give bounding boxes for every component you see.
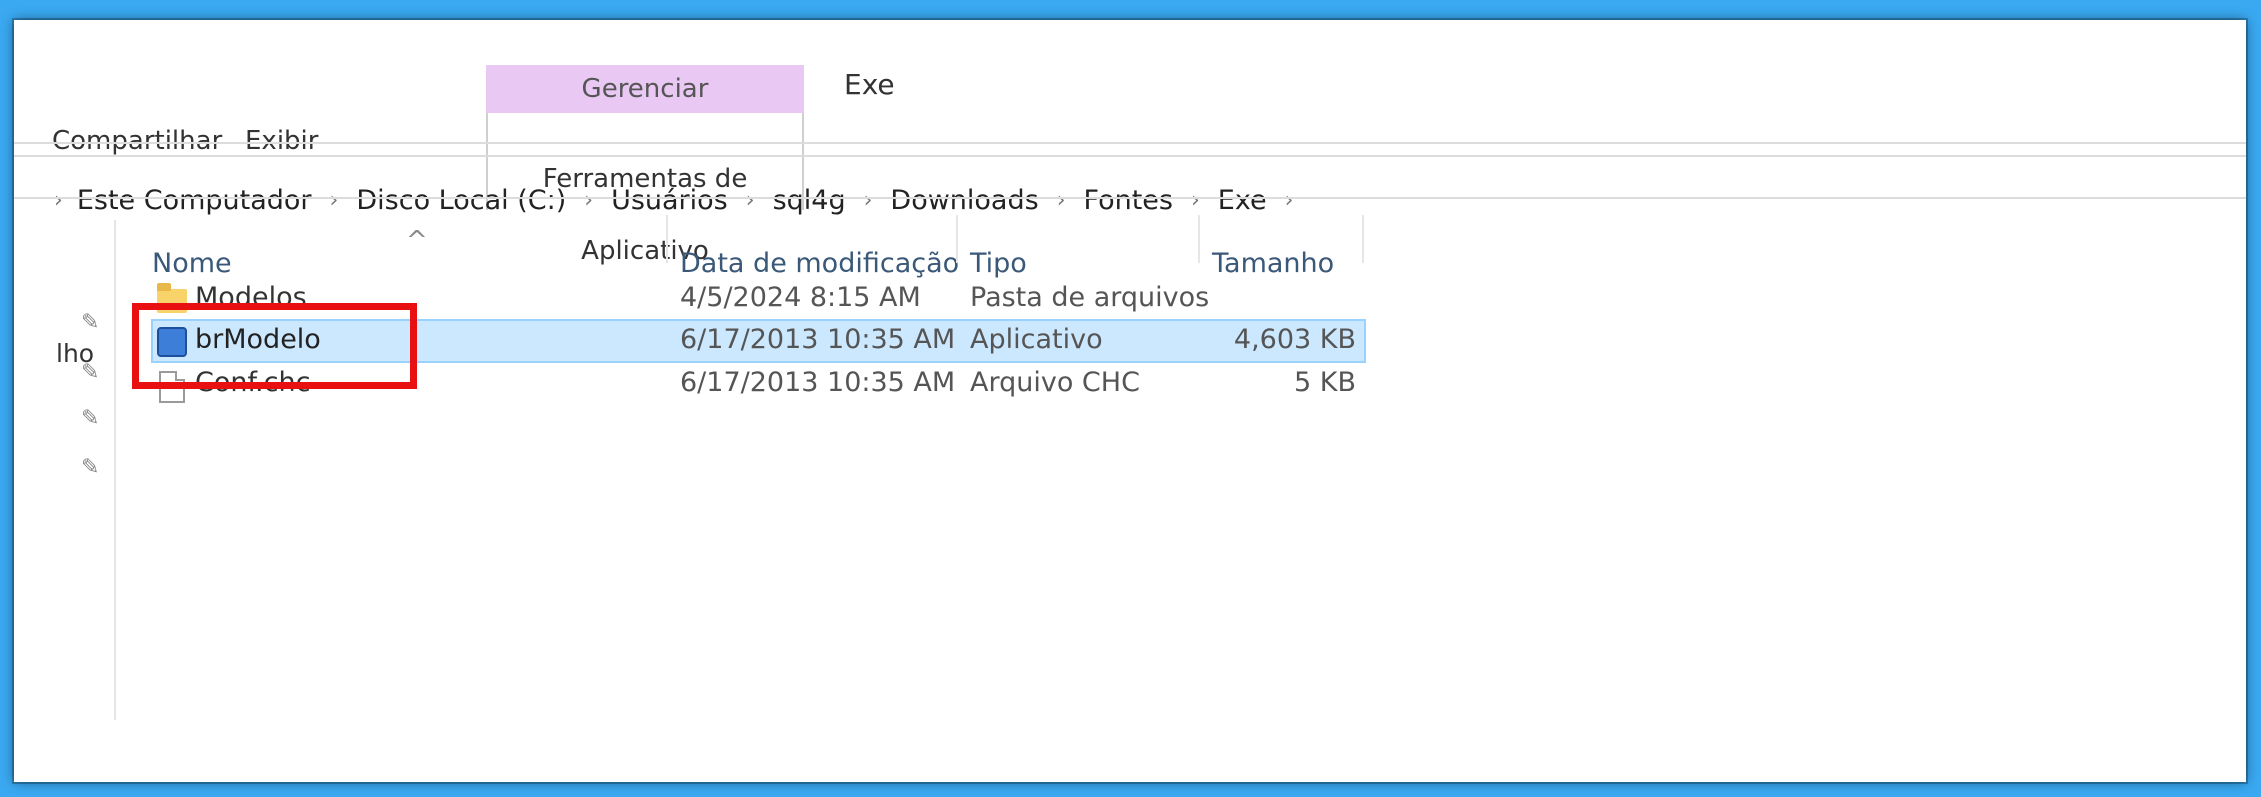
highlight-box (132, 303, 417, 389)
breadcrumb-chevron-icon[interactable]: › (1285, 188, 1294, 213)
column-separator[interactable] (956, 215, 958, 263)
tab-exibir[interactable]: Exibir (245, 126, 318, 156)
breadcrumb-chevron-icon[interactable]: › (1191, 188, 1200, 213)
breadcrumb-item[interactable]: Downloads (890, 185, 1038, 216)
window-title: Exe (844, 68, 895, 101)
column-separator[interactable] (1362, 215, 1364, 263)
column-header-tipo[interactable]: Tipo (970, 248, 1027, 279)
breadcrumb-chevron-icon[interactable]: › (54, 188, 63, 213)
breadcrumb-item[interactable]: sql4g (773, 185, 846, 216)
file-type: Pasta de arquivos (970, 282, 1210, 313)
sort-ascending-icon: ^ (406, 226, 428, 256)
breadcrumb-chevron-icon[interactable]: › (864, 188, 873, 213)
breadcrumb-item[interactable]: Este Computador (77, 185, 312, 216)
file-size: 4,603 KB (1233, 324, 1356, 355)
address-divider (14, 197, 2246, 199)
breadcrumb-chevron-icon[interactable]: › (584, 188, 593, 213)
file-date: 4/5/2024 8:15 AM (680, 282, 921, 313)
column-header-tamanho[interactable]: Tamanho (1212, 248, 1334, 279)
pin-icon[interactable]: ✎ (81, 360, 99, 385)
file-type: Aplicativo (970, 324, 1103, 355)
file-date: 6/17/2013 10:35 AM (680, 324, 956, 355)
pin-icon[interactable]: ✎ (81, 455, 99, 480)
pin-icon[interactable]: ✎ (81, 310, 99, 335)
column-header-nome[interactable]: Nome (152, 248, 232, 279)
ribbon-divider-2 (14, 155, 2246, 157)
column-separator[interactable] (666, 215, 668, 263)
breadcrumb-chevron-icon[interactable]: › (1057, 188, 1066, 213)
breadcrumb-item[interactable]: Exe (1218, 185, 1267, 216)
explorer-window: Gerenciar Ferramentas de Aplicativo Exe … (14, 20, 2246, 782)
address-bar[interactable]: › Este Computador › Disco Local (C:) › U… (14, 180, 2246, 220)
tab-compartilhar[interactable]: Compartilhar (52, 126, 222, 156)
file-type: Arquivo CHC (970, 367, 1140, 398)
breadcrumb-chevron-icon[interactable]: › (330, 188, 339, 213)
breadcrumb-item[interactable]: Usuários (611, 185, 728, 216)
breadcrumb-item[interactable]: Disco Local (C:) (356, 185, 566, 216)
breadcrumb-item[interactable]: Fontes (1084, 185, 1173, 216)
column-header-data[interactable]: Data de modificação (680, 248, 959, 279)
nav-pane-divider (114, 220, 116, 720)
file-date: 6/17/2013 10:35 AM (680, 367, 956, 398)
pin-icon[interactable]: ✎ (81, 406, 99, 431)
file-size: 5 KB (1294, 367, 1356, 398)
column-separator[interactable] (1198, 215, 1200, 263)
ribbon-divider (14, 142, 2246, 144)
breadcrumb-chevron-icon[interactable]: › (746, 188, 755, 213)
